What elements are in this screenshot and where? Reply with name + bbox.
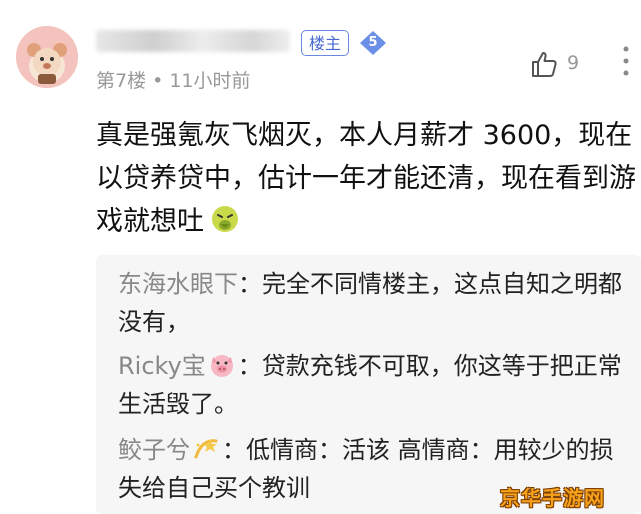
post-meta: 第7楼 • 11小时前 (96, 66, 251, 93)
cartoon-animal-avatar-icon (16, 26, 78, 88)
user-avatar[interactable] (16, 26, 78, 88)
replies-panel: 东海水眼下：完全不同情楼主，这点自知之明都没有， Ricky宝 ：贷款充钱不可取… (96, 255, 641, 514)
reply-author[interactable]: 鲛子兮 (118, 436, 190, 464)
floor-number: 第7楼 (96, 70, 147, 92)
level-number: 5 (368, 35, 378, 50)
reply-colon: ： (237, 352, 262, 380)
reply-author[interactable]: Ricky宝 (118, 352, 206, 380)
reply-author[interactable]: 东海水眼下 (118, 270, 238, 298)
post-time: 11小时前 (169, 70, 251, 92)
meta-separator: • (152, 70, 164, 92)
like-count: 9 (567, 52, 580, 74)
dizzy-icon (194, 439, 218, 459)
level-badge: 5 (358, 30, 388, 56)
thumbs-up-icon[interactable] (530, 50, 558, 78)
reply-colon: ： (222, 436, 246, 464)
op-badge: 楼主 (301, 30, 349, 56)
vomiting-face-icon (212, 206, 238, 232)
reply-item[interactable]: 东海水眼下：完全不同情楼主，这点自知之明都没有， (118, 265, 628, 341)
username-blurred[interactable] (96, 30, 290, 52)
reply-item[interactable]: Ricky宝 ：贷款充钱不可取，你这等于把正常生活毁了。 (118, 347, 628, 423)
reply-colon: ： (238, 270, 262, 298)
post-content: 真是强氪灰飞烟灭，本人月薪才 3600，现在以贷养贷中，估计一年才能还清，现在看… (96, 114, 636, 243)
pig-face-icon (210, 355, 233, 377)
site-watermark: 京华手游网 (500, 486, 605, 510)
more-options-icon[interactable] (622, 44, 630, 78)
post-text: 真是强氪灰飞烟灭，本人月薪才 3600，现在以贷养贷中，估计一年才能还清，现在看… (96, 120, 636, 237)
